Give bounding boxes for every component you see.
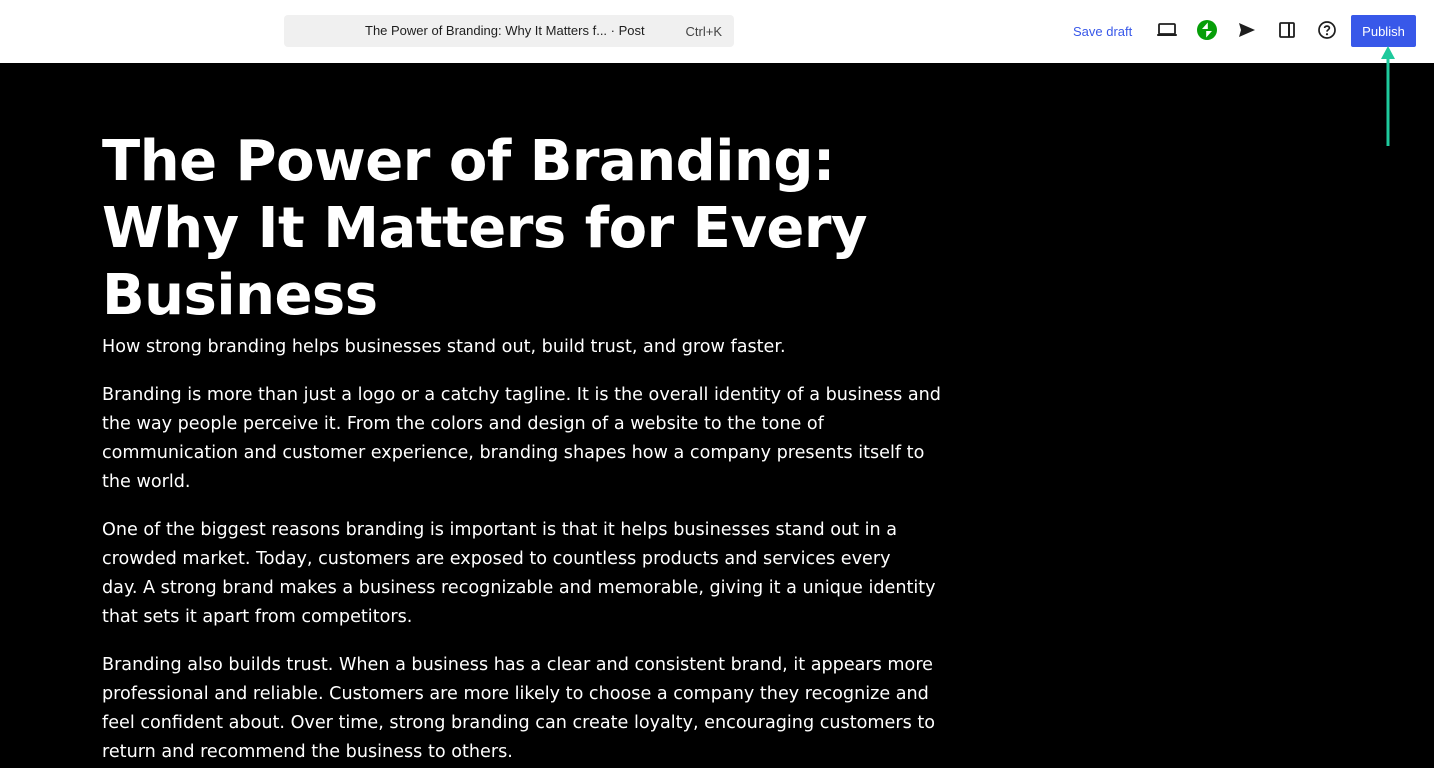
- paragraph-block[interactable]: Branding also builds trust. When a busin…: [102, 651, 935, 767]
- paragraph-line: Branding also builds trust. When a busin…: [102, 655, 933, 675]
- jetpack-icon: [1196, 19, 1218, 44]
- editor-header: The Power of Branding: Why It Matters f.…: [0, 0, 1434, 63]
- publish-button[interactable]: Publish: [1351, 15, 1416, 47]
- post-title-line: The Power of Branding:: [102, 129, 835, 194]
- paragraph-line: day. A strong brand makes a business rec…: [102, 578, 936, 598]
- paragraph-line: the world.: [102, 472, 191, 492]
- jetpack-button[interactable]: [1195, 19, 1219, 43]
- paragraph-block[interactable]: Branding is more than just a logo or a c…: [102, 381, 941, 497]
- preview-button[interactable]: [1155, 19, 1179, 43]
- save-draft-button[interactable]: Save draft: [1073, 24, 1132, 39]
- document-title[interactable]: The Power of Branding: Why It Matters f.…: [365, 23, 645, 38]
- help-icon: [1317, 20, 1337, 43]
- paragraph-line: feel confident about. Over time, strong …: [102, 713, 935, 733]
- paragraph-line: communication and customer experience, b…: [102, 443, 925, 463]
- post-subtitle[interactable]: How strong branding helps businesses sta…: [102, 333, 922, 362]
- paragraph-line: One of the biggest reasons branding is i…: [102, 520, 898, 540]
- paragraph-line: the way people perceive it. From the col…: [102, 414, 824, 434]
- send-button[interactable]: [1235, 19, 1259, 43]
- post-title[interactable]: The Power of Branding: Why It Matters fo…: [102, 128, 922, 329]
- post-title-line: Business: [102, 263, 378, 328]
- command-palette-bar[interactable]: The Power of Branding: Why It Matters f.…: [284, 15, 734, 47]
- settings-sidebar-button[interactable]: [1275, 19, 1299, 43]
- keyboard-shortcut: Ctrl+K: [685, 24, 722, 39]
- paragraph-line: that sets it apart from competitors.: [102, 607, 413, 627]
- send-icon: [1237, 21, 1257, 42]
- paragraph-line: crowded market. Today, customers are exp…: [102, 549, 891, 569]
- post-title-line: Why It Matters for Every: [102, 196, 868, 261]
- paragraph-line: return and recommend the business to oth…: [102, 742, 513, 762]
- preview-icon: [1156, 21, 1178, 42]
- annotation-arrow-icon: [1381, 46, 1395, 146]
- paragraph-line: professional and reliable. Customers are…: [102, 684, 929, 704]
- paragraph-block[interactable]: One of the biggest reasons branding is i…: [102, 516, 936, 632]
- paragraph-line: Branding is more than just a logo or a c…: [102, 385, 941, 405]
- post-content: The Power of Branding: Why It Matters fo…: [102, 128, 941, 768]
- help-button[interactable]: [1315, 19, 1339, 43]
- sidebar-toggle-icon: [1277, 20, 1297, 43]
